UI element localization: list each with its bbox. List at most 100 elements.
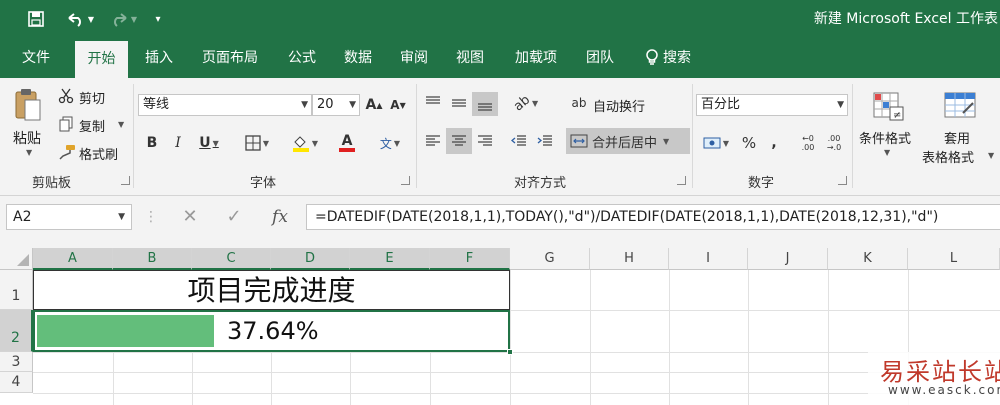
- name-box[interactable]: A2 ▼: [6, 204, 132, 230]
- paste-icon[interactable]: [8, 84, 48, 126]
- column-header-e[interactable]: E: [350, 248, 430, 270]
- column-header-c[interactable]: C: [192, 248, 271, 270]
- gridline: [350, 352, 351, 405]
- font-name-select[interactable]: 等线 ▼: [138, 94, 312, 116]
- comma-style-icon[interactable]: ,: [762, 132, 786, 154]
- increase-decimal-icon[interactable]: ←0.00: [796, 130, 820, 156]
- copy-icon[interactable]: [56, 114, 76, 134]
- undo-icon[interactable]: ▼: [60, 8, 100, 30]
- conditional-formatting-button[interactable]: 条件格式: [859, 128, 911, 147]
- format-as-table-icon[interactable]: [938, 88, 982, 124]
- column-header-h[interactable]: H: [590, 248, 669, 270]
- group-separator: [133, 84, 134, 188]
- cut-button[interactable]: 剪切: [79, 88, 105, 107]
- clipboard-launcher-icon[interactable]: [121, 176, 130, 185]
- font-size-value: 20: [317, 97, 334, 112]
- italic-icon[interactable]: I: [167, 132, 189, 154]
- format-painter-button[interactable]: 格式刷: [79, 144, 118, 163]
- insert-function-icon[interactable]: fx: [266, 204, 294, 230]
- font-color-icon[interactable]: A: [328, 132, 366, 154]
- align-middle-icon[interactable]: [448, 92, 470, 114]
- decrease-font-size-icon[interactable]: A ▼: [388, 94, 408, 116]
- format-painter-icon[interactable]: [56, 142, 78, 162]
- cell-a1-title[interactable]: 项目完成进度: [33, 270, 510, 310]
- increase-font-size-icon[interactable]: A ▲: [364, 94, 384, 116]
- align-top-icon[interactable]: [422, 92, 444, 114]
- font-launcher-icon[interactable]: [401, 176, 410, 185]
- format-as-table-line1[interactable]: 套用: [944, 128, 970, 147]
- row-header-2[interactable]: 2: [0, 310, 33, 352]
- orientation-icon[interactable]: ab ▼: [508, 92, 544, 114]
- conditional-formatting-dropdown-icon[interactable]: ▼: [884, 148, 890, 157]
- row-header-4[interactable]: 4: [0, 372, 33, 393]
- fill-handle[interactable]: [507, 349, 513, 355]
- cancel-icon[interactable]: ✕: [178, 204, 202, 230]
- row-header-3[interactable]: 3: [0, 352, 33, 372]
- group-separator: [692, 84, 693, 188]
- font-size-select[interactable]: 20 ▼: [312, 94, 360, 116]
- tab-addins[interactable]: 加载项: [504, 38, 568, 78]
- tab-formulas[interactable]: 公式: [278, 38, 326, 78]
- wrap-text-button[interactable]: 自动换行: [593, 96, 645, 115]
- tab-insert[interactable]: 插入: [134, 38, 184, 78]
- number-launcher-icon[interactable]: [838, 176, 847, 185]
- tab-home[interactable]: 开始: [75, 41, 128, 78]
- wrap-text-icon[interactable]: ab: [568, 92, 590, 114]
- accounting-format-icon[interactable]: ▼: [698, 132, 734, 154]
- select-all-button[interactable]: [0, 248, 33, 270]
- column-header-a[interactable]: A: [33, 248, 113, 270]
- format-as-table-dropdown-icon[interactable]: ▼: [988, 151, 994, 160]
- worksheet-grid[interactable]: A B C D E F G H I J K L 1 2 3 4 项目完成进度 3…: [0, 248, 1000, 405]
- customize-icon[interactable]: ▾: [150, 8, 166, 30]
- copy-dropdown-icon[interactable]: ▼: [118, 120, 124, 129]
- enter-icon[interactable]: ✓: [222, 204, 246, 230]
- save-icon[interactable]: [24, 8, 48, 30]
- gridline: [590, 270, 591, 405]
- align-center-icon[interactable]: [446, 128, 472, 154]
- borders-icon[interactable]: ▼: [238, 132, 276, 154]
- cell-a2-progress[interactable]: 37.64%: [33, 310, 510, 352]
- row-header-1[interactable]: 1: [0, 270, 33, 310]
- column-header-d[interactable]: D: [271, 248, 350, 270]
- formula-input[interactable]: =DATEDIF(DATE(2018,1,1),TODAY(),"d")/DAT…: [306, 204, 1000, 230]
- column-header-f[interactable]: F: [430, 248, 510, 270]
- decrease-indent-icon[interactable]: [508, 130, 530, 152]
- column-header-j[interactable]: J: [748, 248, 828, 270]
- column-header-k[interactable]: K: [828, 248, 908, 270]
- percent-style-icon[interactable]: %: [738, 132, 760, 154]
- column-header-b[interactable]: B: [113, 248, 192, 270]
- tell-me-search[interactable]: 搜索: [636, 38, 700, 78]
- column-header-l[interactable]: L: [908, 248, 1000, 270]
- copy-button[interactable]: 复制: [79, 116, 105, 135]
- bold-icon[interactable]: B: [141, 132, 163, 154]
- tab-review[interactable]: 审阅: [390, 38, 438, 78]
- number-format-select[interactable]: 百分比 ▼: [696, 94, 848, 116]
- tab-view[interactable]: 视图: [446, 38, 494, 78]
- increase-indent-icon[interactable]: [534, 130, 556, 152]
- merge-center-button[interactable]: 合并后居中 ▼: [566, 128, 690, 154]
- paste-button[interactable]: 粘贴: [13, 128, 41, 148]
- paste-dropdown-icon[interactable]: ▼: [26, 148, 32, 157]
- fill-color-icon[interactable]: ▼: [286, 132, 324, 154]
- format-as-table-line2[interactable]: 表格格式: [922, 147, 974, 166]
- gridline: [113, 352, 114, 405]
- column-header-g[interactable]: G: [510, 248, 590, 270]
- redo-icon[interactable]: ▼: [106, 8, 140, 30]
- align-bottom-icon[interactable]: [472, 92, 498, 116]
- cut-icon[interactable]: [56, 86, 76, 106]
- column-header-i[interactable]: I: [669, 248, 748, 270]
- more-options-icon[interactable]: ⋮: [144, 204, 158, 230]
- tab-data[interactable]: 数据: [334, 38, 382, 78]
- align-left-icon[interactable]: [422, 130, 444, 152]
- underline-icon[interactable]: U ▼: [192, 132, 226, 154]
- alignment-launcher-icon[interactable]: [677, 176, 686, 185]
- gridline: [271, 352, 272, 405]
- decrease-decimal-icon[interactable]: .00 →.0: [822, 130, 846, 156]
- window-title: 新建 Microsoft Excel 工作表: [813, 11, 998, 27]
- conditional-formatting-icon[interactable]: ≠: [868, 88, 908, 124]
- tab-file[interactable]: 文件: [10, 38, 62, 78]
- tab-page-layout[interactable]: 页面布局: [192, 38, 268, 78]
- tab-team[interactable]: 团队: [576, 38, 624, 78]
- align-right-icon[interactable]: [474, 130, 496, 152]
- phonetic-guide-icon[interactable]: 文 ▼: [372, 132, 408, 154]
